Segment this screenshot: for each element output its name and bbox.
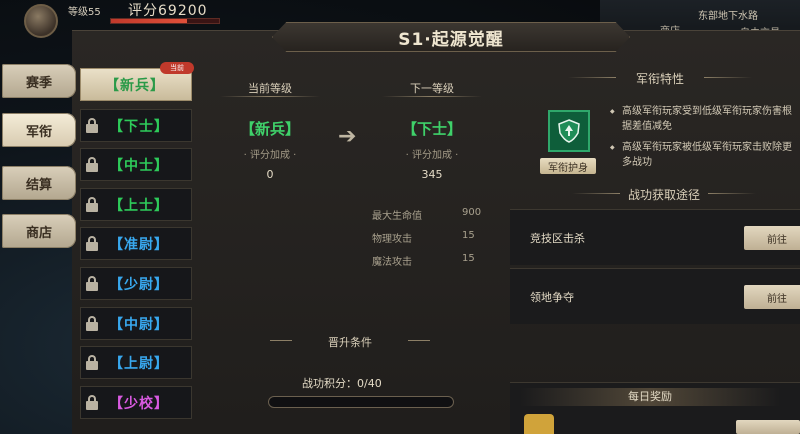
next-rank-name: 【下士】	[401, 120, 462, 138]
trait-text: 高级军衔玩家受到低级军衔玩家伤害根据差值减免	[622, 106, 792, 132]
rank-item-staff-sergeant[interactable]: 【上士】	[80, 188, 192, 221]
rank-label: 【少尉】	[109, 276, 169, 293]
lock-icon	[86, 355, 98, 370]
stat-value: 15	[462, 253, 475, 264]
go-button[interactable]: 前往	[744, 285, 800, 309]
next-level-heading: 下一等级	[372, 80, 492, 97]
player-score: 评分69200	[128, 3, 208, 19]
lock-icon	[86, 395, 98, 410]
stat-label: 魔法攻击	[372, 257, 412, 268]
rank-label: 【准尉】	[109, 236, 169, 253]
daily-reward-heading: 每日奖励	[520, 388, 780, 406]
lock-icon	[86, 197, 98, 212]
trait-line: 高级军衔玩家被低级军衔玩家击败除更多战功	[610, 140, 800, 170]
promotion-condition-heading: 晋升条件	[270, 334, 430, 350]
next-score-bonus-label: · 评分加成 ·	[405, 150, 459, 161]
current-badge: 当前	[160, 62, 194, 74]
lock-icon	[86, 316, 98, 331]
rank-item-warrant-officer[interactable]: 【准尉】	[80, 227, 192, 260]
tab-season[interactable]: 赛季	[2, 64, 76, 98]
reward-item-icon[interactable]	[524, 414, 554, 434]
lock-icon	[86, 236, 98, 251]
rank-traits-heading: 军衔特性	[560, 70, 760, 87]
rank-item-captain[interactable]: 【上尉】	[80, 346, 192, 379]
rank-label: 【上士】	[109, 197, 169, 214]
stat-label: 物理攻击	[372, 234, 412, 245]
rank-label: 【少校】	[109, 395, 169, 412]
tab-rank[interactable]: 军衔	[2, 113, 76, 147]
rank-label: 【中尉】	[109, 316, 169, 333]
stat-value: 15	[462, 230, 475, 241]
player-level: 等级55	[68, 7, 101, 18]
stat-value: 900	[462, 207, 482, 218]
rank-shield-icon	[548, 110, 590, 152]
rank-label: 【下士】	[109, 118, 169, 135]
window-title: S1·起源觉醒	[398, 29, 504, 50]
arrow-right-icon: ➔	[338, 124, 357, 149]
location-label: 东部地下水路	[698, 11, 758, 22]
trait-line: 高级军衔玩家受到低级军衔玩家伤害根据差值减免	[610, 104, 800, 134]
current-score-bonus-value: 0	[266, 168, 274, 181]
tab-settlement[interactable]: 结算	[2, 166, 76, 200]
next-score-bonus-value: 345	[421, 168, 443, 181]
trait-text: 高级军衔玩家被低级军衔玩家击败除更多战功	[622, 142, 792, 168]
go-button[interactable]: 前往	[744, 226, 800, 250]
rank-item-major[interactable]: 【少校】	[80, 386, 192, 419]
health-bar	[110, 18, 220, 24]
merit-source-name: 竞技区击杀	[530, 232, 585, 245]
merit-sources-heading: 战功获取途径	[564, 186, 764, 203]
current-rank-name: 【新兵】	[239, 120, 300, 138]
merit-source-row: 领地争夺 前往	[510, 268, 800, 324]
rank-label: 【中士】	[109, 157, 169, 174]
lock-icon	[86, 276, 98, 291]
current-level-heading: 当前等级	[210, 80, 330, 97]
shield-emblem-icon	[558, 119, 580, 143]
merit-progress-bar	[268, 396, 454, 408]
rank-label: 【上尉】	[109, 355, 169, 372]
rank-item-second-lieutenant[interactable]: 【少尉】	[80, 267, 192, 300]
tab-shop[interactable]: 商店	[2, 214, 76, 248]
rank-item-first-lieutenant[interactable]: 【中尉】	[80, 307, 192, 340]
merit-source-name: 领地争夺	[530, 291, 574, 304]
merit-points: 战功积分：0/40	[302, 377, 382, 390]
window-title-plate: S1·起源觉醒	[272, 22, 630, 52]
rank-item-sergeant[interactable]: 【中士】	[80, 148, 192, 181]
rank-label: 【新兵】	[105, 77, 165, 94]
merit-source-row: 竞技区击杀 前往	[510, 209, 800, 265]
lock-icon	[86, 118, 98, 133]
lock-icon	[86, 157, 98, 172]
claim-button[interactable]	[736, 420, 800, 434]
current-score-bonus-label: · 评分加成 ·	[243, 150, 297, 161]
stat-label: 最大生命值	[372, 211, 422, 222]
player-avatar[interactable]	[24, 4, 58, 38]
rank-item-corporal[interactable]: 【下士】	[80, 109, 192, 142]
rank-protection-label: 军衔护身	[540, 158, 596, 174]
